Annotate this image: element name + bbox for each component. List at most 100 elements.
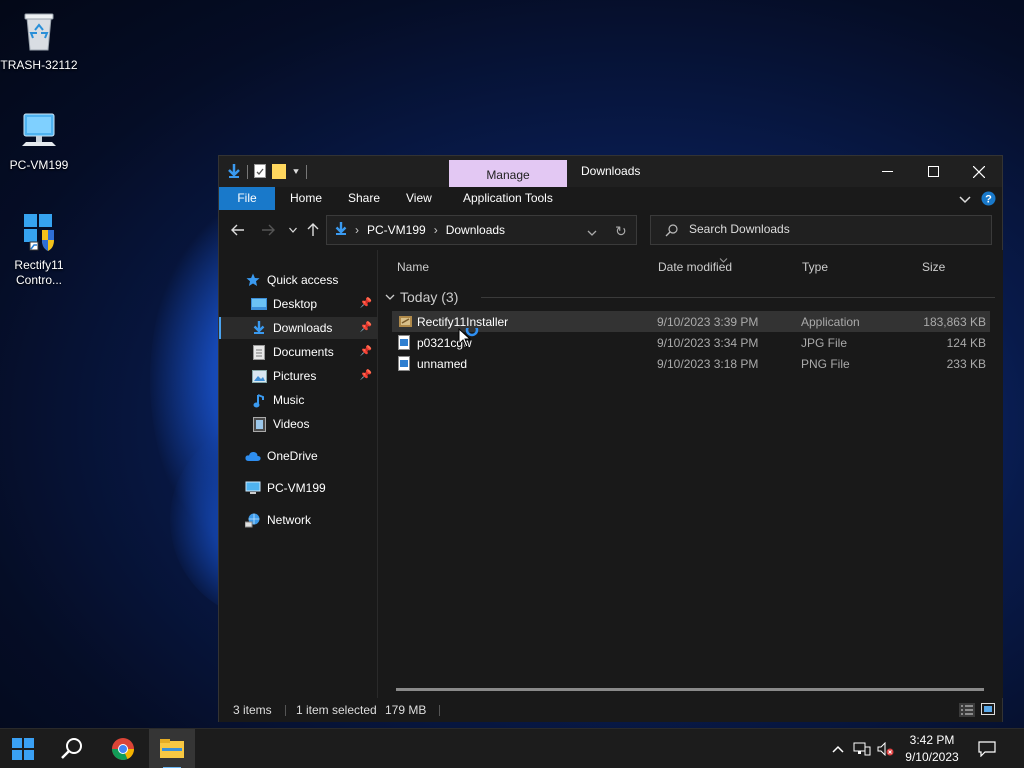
large-icons-view-icon[interactable]: [981, 703, 995, 718]
downloads-arrow-icon: [335, 221, 347, 239]
desktop-icon-label: TRASH-32112: [0, 58, 78, 72]
computer-icon: [16, 108, 62, 154]
horizontal-scrollbar[interactable]: [396, 688, 984, 691]
maximize-button[interactable]: [910, 156, 956, 187]
png-file-icon: [398, 356, 412, 371]
chrome-taskbar-button[interactable]: [100, 729, 146, 768]
nav-item-pictures[interactable]: Pictures 📌: [219, 365, 378, 387]
breadcrumb-chevron-icon[interactable]: ›: [434, 223, 438, 237]
ribbon-tabs: File Home Share View Application Tools ?: [219, 187, 1002, 210]
breadcrumb-pc[interactable]: PC-VM199: [367, 223, 426, 237]
nav-item-music[interactable]: Music: [219, 389, 378, 411]
tab-application-tools[interactable]: Application Tools: [449, 187, 567, 210]
close-button[interactable]: [956, 156, 1002, 187]
search-input[interactable]: [689, 222, 979, 236]
help-icon[interactable]: ?: [981, 191, 996, 209]
nav-label: Documents: [273, 345, 334, 359]
file-type: PNG File: [801, 357, 850, 371]
minimize-button[interactable]: [864, 156, 910, 187]
start-button[interactable]: [0, 729, 46, 768]
desktop-folder-icon: [251, 296, 267, 312]
network-tray-icon[interactable]: [852, 729, 872, 768]
pin-icon[interactable]: 📌: [360, 322, 372, 333]
show-hidden-icons-chevron-icon[interactable]: [830, 729, 846, 768]
customize-toolbar-icon[interactable]: ⯆: [292, 167, 300, 178]
clock-time: 3:42 PM: [909, 733, 955, 747]
breadcrumb: › PC-VM199 › Downloads: [335, 216, 505, 244]
window-title: Downloads: [581, 164, 641, 178]
volume-muted-icon[interactable]: [876, 729, 896, 768]
file-date: 9/10/2023 3:18 PM: [657, 357, 759, 371]
toolbar-separator: [247, 165, 248, 179]
refresh-icon[interactable]: ↻: [615, 223, 627, 240]
breadcrumb-downloads[interactable]: Downloads: [446, 223, 505, 237]
forward-arrow-icon[interactable]: [260, 222, 276, 238]
file-row[interactable]: unnamed 9/10/2023 3:18 PM PNG File 233 K…: [392, 353, 990, 374]
recent-locations-chevron-icon[interactable]: [285, 222, 301, 238]
svg-text:?: ?: [985, 194, 992, 206]
nav-label: PC-VM199: [267, 481, 326, 495]
pin-icon[interactable]: 📌: [360, 298, 372, 309]
navigation-bar: › PC-VM199 › Downloads ↻: [219, 210, 1002, 250]
new-folder-icon[interactable]: [272, 163, 286, 182]
manage-tab[interactable]: Manage: [449, 160, 567, 187]
quick-access-toolbar: ⯆: [227, 162, 307, 182]
properties-icon[interactable]: [254, 163, 266, 181]
back-arrow-icon[interactable]: [230, 222, 246, 238]
file-date: 9/10/2023 3:34 PM: [657, 336, 759, 350]
desktop-icon-trash[interactable]: TRASH-32112: [0, 8, 78, 73]
system-clock[interactable]: 3:42 PM 9/10/2023: [896, 732, 968, 766]
nav-item-downloads[interactable]: Downloads 📌: [219, 317, 378, 339]
nav-item-videos[interactable]: Videos: [219, 413, 378, 435]
nav-quick-access[interactable]: Quick access: [219, 269, 378, 291]
address-dropdown-icon[interactable]: [587, 226, 597, 240]
desktop-icon-pc[interactable]: PC-VM199: [0, 108, 78, 173]
search-icon: [665, 224, 678, 240]
file-size: 124 KB: [946, 336, 986, 350]
file-name: unnamed: [417, 357, 468, 371]
file-size: 233 KB: [946, 357, 986, 371]
file-type: Application: [801, 315, 860, 329]
pin-icon[interactable]: 📌: [360, 370, 372, 381]
clock-date: 9/10/2023: [905, 750, 959, 764]
tab-view[interactable]: View: [392, 187, 446, 210]
search-button[interactable]: [49, 729, 95, 768]
nav-item-documents[interactable]: Documents 📌: [219, 341, 378, 363]
address-bar[interactable]: › PC-VM199 › Downloads ↻: [326, 215, 637, 245]
status-separator: [439, 705, 440, 716]
documents-icon: [251, 344, 267, 360]
breadcrumb-chevron-icon[interactable]: ›: [355, 223, 359, 237]
installer-app-icon: [398, 314, 412, 329]
window-controls: [864, 156, 1002, 187]
details-view-icon[interactable]: [959, 703, 975, 720]
tab-file[interactable]: File: [219, 187, 275, 210]
nav-this-pc[interactable]: PC-VM199: [219, 477, 378, 499]
selected-count: 1 item selected: [296, 703, 377, 717]
nav-label: Videos: [273, 417, 310, 431]
nav-label: Desktop: [273, 297, 318, 311]
file-explorer-taskbar-button[interactable]: [149, 729, 195, 768]
expand-ribbon-chevron-icon[interactable]: [959, 193, 971, 207]
mouse-cursor-busy-icon: [458, 323, 482, 355]
nav-label: Music: [273, 393, 305, 407]
pin-icon[interactable]: 📌: [360, 346, 372, 357]
computer-icon: [245, 480, 261, 496]
notification-center-icon[interactable]: [974, 729, 1000, 768]
nav-item-desktop[interactable]: Desktop 📌: [219, 293, 378, 315]
file-date: 9/10/2023 3:39 PM: [657, 315, 759, 329]
desktop-icon-rectify11[interactable]: Rectify11 Contro...: [0, 208, 78, 288]
tab-home[interactable]: Home: [276, 187, 336, 210]
folder-icon: [160, 739, 184, 758]
desktop-icon-label: Rectify11 Contro...: [14, 258, 64, 287]
network-icon: [245, 512, 261, 528]
up-arrow-icon[interactable]: [305, 222, 321, 238]
windows-logo-icon: [12, 738, 34, 760]
search-box[interactable]: [650, 215, 992, 245]
download-arrow-icon[interactable]: [227, 163, 241, 182]
music-note-icon: [251, 392, 267, 408]
recycle-bin-icon: [16, 8, 62, 54]
nav-network[interactable]: Network: [219, 509, 378, 531]
ribbon-right-controls: ?: [959, 191, 996, 209]
nav-onedrive[interactable]: OneDrive: [219, 445, 378, 467]
tab-share[interactable]: Share: [334, 187, 394, 210]
